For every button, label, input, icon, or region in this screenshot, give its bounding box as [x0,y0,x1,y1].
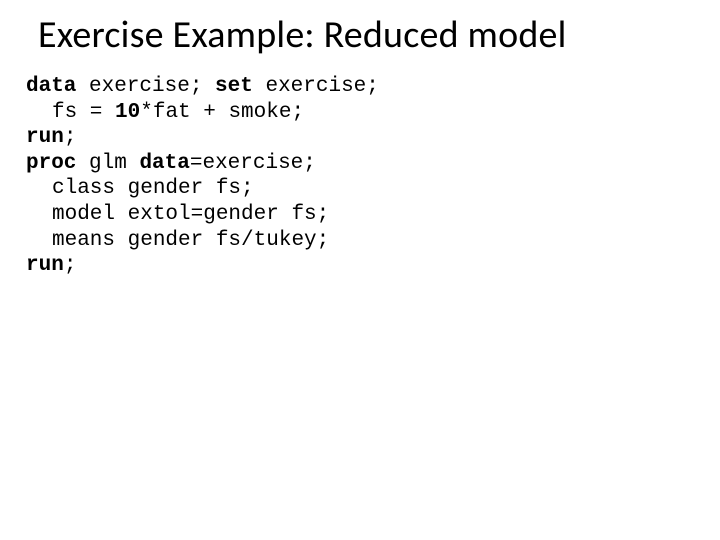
code-text: means gender fs/tukey; [26,229,329,252]
keyword-data: data [26,75,76,98]
code-text: model extol=gender fs; [26,203,329,226]
keyword-set: set [215,75,253,98]
code-text: *fat + smoke; [140,101,304,124]
keyword-data-option: data [139,152,189,175]
keyword-run: run [26,254,64,277]
code-number: 10 [115,101,140,124]
code-text: fs = [52,101,115,124]
code-block: data exercise; set exercise; fs = 10*fat… [0,74,720,279]
slide-container: Exercise Example: Reduced model data exe… [0,0,720,540]
code-text: ; [64,126,77,149]
code-text: class gender fs; [26,177,254,200]
code-indent: fs = 10*fat + smoke; [26,101,304,124]
code-text: exercise; [76,75,215,98]
code-text: glm [76,152,139,175]
keyword-proc: proc [26,152,76,175]
code-text: ; [64,254,77,277]
slide-title: Exercise Example: Reduced model [0,12,720,58]
code-text: =exercise; [190,152,316,175]
keyword-run: run [26,126,64,149]
code-text: exercise; [253,75,379,98]
